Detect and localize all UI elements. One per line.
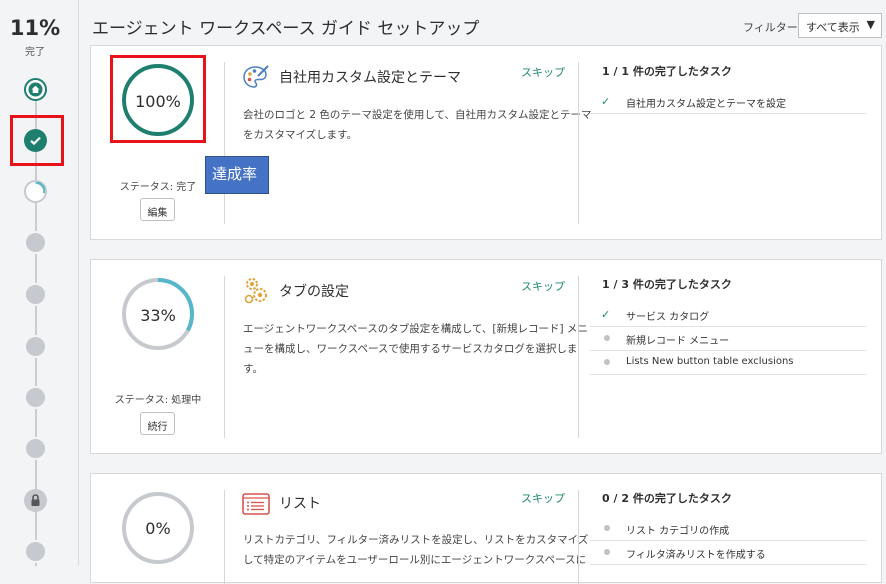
- filter-select[interactable]: すべて表示 ▼: [798, 13, 882, 38]
- card-description: 会社のロゴと 2 色のテーマ設定を使用して、自社用カスタム設定とテーマ をカスタ…: [243, 105, 592, 145]
- highlight-box-ring: [110, 55, 206, 143]
- checkmark-icon: ✓: [601, 308, 611, 321]
- description-line: 会社のロゴと 2 色のテーマ設定を使用して、自社用カスタム設定とテーマ: [243, 109, 592, 121]
- status-text: ステータス: 完了: [119, 182, 197, 193]
- edit-button[interactable]: 編集: [140, 198, 175, 221]
- card-description: リストカテゴリ、フィルター済みリストを設定し、リストをカスタマイズ して特定のア…: [243, 530, 588, 570]
- step-7-icon[interactable]: [24, 437, 47, 460]
- list-icon: [242, 493, 270, 519]
- task-label: 新規レコード メニュー: [626, 336, 730, 347]
- highlight-box-step: [10, 115, 64, 166]
- card-title: 自社用カスタム設定とテーマ: [279, 70, 461, 86]
- step-2-progress-icon[interactable]: [24, 180, 47, 203]
- skip-link[interactable]: スキップ: [521, 278, 565, 294]
- palette-icon: [242, 64, 270, 94]
- description-line: ューを構成し、ワークスペースで使用するサービスカタログを選択しま: [243, 343, 578, 355]
- overall-percent: 11%: [9, 16, 61, 40]
- skip-link[interactable]: スキップ: [521, 64, 565, 80]
- task-row[interactable]: フィルタ済みリストを作成する: [590, 541, 866, 565]
- tasks-summary: 0 / 2 件の完了したタスク: [602, 492, 732, 505]
- progress-rail: 11% 完了: [0, 0, 79, 566]
- description-line: エージェントワークスペースのタブ設定を構成して、[新規レコード] メニ: [243, 323, 588, 335]
- step-4-icon[interactable]: [24, 283, 47, 306]
- task-label: サービス カタログ: [626, 312, 710, 323]
- pending-dot-icon: [604, 359, 610, 365]
- description-line: して特定のアイテムをユーザーロール別にエージェントワークスペースに: [243, 554, 587, 566]
- filter-label: フィルター: [743, 21, 798, 34]
- setup-card-theme: 100% ステータス: 完了 編集 自社用カスタム設定とテーマ スキップ 会社の…: [90, 45, 882, 240]
- step-5-icon[interactable]: [24, 335, 47, 358]
- step-9-icon[interactable]: [24, 540, 47, 563]
- chevron-down-icon: ▼: [866, 18, 875, 31]
- description-line: リストカテゴリ、フィルター済みリストを設定し、リストをカスタマイズ: [243, 534, 589, 546]
- filter-select-value: すべて表示: [806, 21, 860, 34]
- skip-link[interactable]: スキップ: [521, 490, 565, 506]
- callout-label: 達成率: [205, 156, 269, 194]
- task-label: Lists New button table exclusions: [626, 356, 794, 367]
- continue-button[interactable]: 続行: [140, 412, 175, 435]
- gears-icon: [243, 276, 269, 310]
- description-line: す。: [243, 363, 263, 375]
- task-row[interactable]: ✓ 自社用カスタム設定とテーマを設定: [590, 90, 866, 114]
- checkmark-icon: ✓: [601, 95, 611, 108]
- step-3-icon[interactable]: [24, 231, 47, 254]
- task-label: リスト カテゴリの作成: [626, 526, 730, 537]
- tasks-summary: 1 / 3 件の完了したタスク: [602, 278, 732, 291]
- description-line: をカスタマイズします。: [243, 129, 358, 141]
- pending-dot-icon: [604, 525, 610, 531]
- card-description: エージェントワークスペースのタブ設定を構成して、[新規レコード] メニ ューを構…: [243, 319, 588, 379]
- task-row[interactable]: Lists New button table exclusions: [590, 351, 866, 375]
- pending-dot-icon: [604, 549, 610, 555]
- pending-dot-icon: [604, 335, 610, 341]
- card-title: リスト: [279, 496, 321, 512]
- task-label: フィルタ済みリストを作成する: [626, 550, 766, 561]
- divider: [224, 490, 225, 584]
- task-label: 自社用カスタム設定とテーマを設定: [626, 99, 786, 110]
- divider: [578, 490, 579, 584]
- tasks-summary: 1 / 1 件の完了したタスク: [602, 65, 732, 78]
- step-6-icon[interactable]: [24, 386, 47, 409]
- home-step-icon[interactable]: [24, 78, 47, 101]
- divider: [578, 276, 579, 438]
- page-title: エージェント ワークスペース ガイド セットアップ: [92, 19, 480, 39]
- divider: [224, 62, 225, 224]
- divider: [224, 276, 225, 438]
- task-row[interactable]: ✓ サービス カタログ: [590, 303, 866, 327]
- card-title: タブの設定: [279, 284, 349, 300]
- status-text: ステータス: 処理中: [114, 395, 202, 406]
- task-row[interactable]: 新規レコード メニュー: [590, 327, 866, 351]
- completion-percent: 0%: [145, 519, 171, 538]
- step-8-lock-icon[interactable]: [24, 489, 47, 512]
- overall-percent-label: 完了: [25, 47, 45, 58]
- divider: [578, 62, 579, 224]
- completion-percent: 33%: [140, 306, 176, 325]
- task-row[interactable]: リスト カテゴリの作成: [590, 517, 866, 541]
